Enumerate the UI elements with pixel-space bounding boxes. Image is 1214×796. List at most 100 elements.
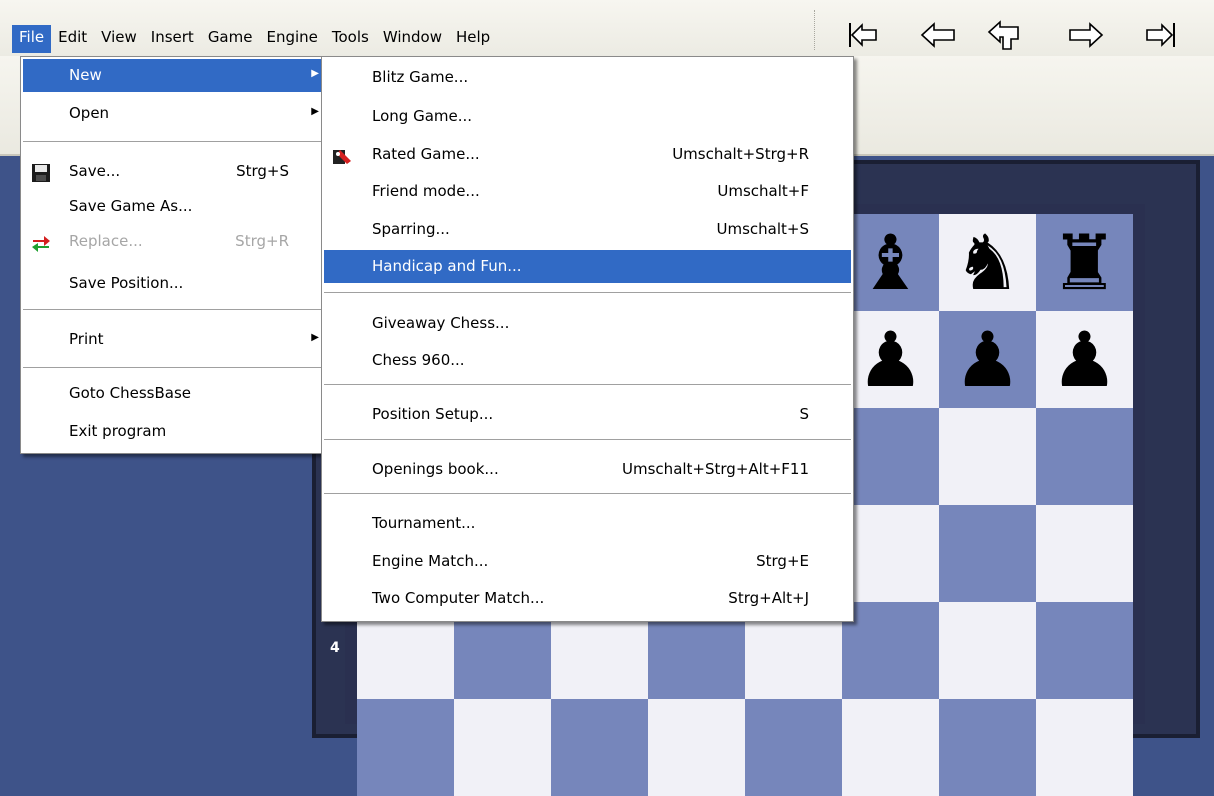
menu-item-label: Open xyxy=(69,104,110,122)
menu-item-label: Goto ChessBase xyxy=(69,384,191,402)
board-square[interactable] xyxy=(1036,602,1133,699)
menu-item-new[interactable]: New ▶ xyxy=(23,59,327,92)
menu-item-blitz-game[interactable]: Blitz Game... xyxy=(324,61,851,94)
menu-item-rated-game[interactable]: Rated Game... Umschalt+Strg+R xyxy=(324,138,851,171)
board-square[interactable] xyxy=(648,699,745,796)
submenu-arrow-icon: ▶ xyxy=(311,68,319,79)
menu-tools[interactable]: Tools xyxy=(325,25,376,53)
menu-item-sparring[interactable]: Sparring... Umschalt+S xyxy=(324,213,851,246)
menu-item-label: Position Setup... xyxy=(372,405,494,423)
menu-item-open[interactable]: Open ▶ xyxy=(23,97,327,130)
board-square[interactable] xyxy=(1036,505,1133,602)
menu-window[interactable]: Window xyxy=(376,25,449,53)
last-move-icon[interactable] xyxy=(1142,15,1182,55)
menu-insert[interactable]: Insert xyxy=(144,25,201,53)
floppy-disk-icon xyxy=(31,163,51,183)
menu-file[interactable]: File xyxy=(12,25,52,53)
menu-item-label: Print xyxy=(69,330,104,348)
menu-separator xyxy=(324,384,851,388)
menu-item-label: Save... xyxy=(69,162,121,180)
menu-item-shortcut: Umschalt+S xyxy=(716,220,810,238)
board-square[interactable] xyxy=(551,699,648,796)
menu-item-label: Save Game As... xyxy=(69,197,193,215)
menu-engine[interactable]: Engine xyxy=(259,25,324,53)
menu-item-engine-match[interactable]: Engine Match... Strg+E xyxy=(324,545,851,578)
menu-separator xyxy=(23,309,327,313)
submenu-arrow-icon: ▶ xyxy=(311,332,319,343)
menu-item-handicap-and-fun[interactable]: Handicap and Fun... xyxy=(324,250,851,283)
black-pawn-icon[interactable]: ♟ xyxy=(939,311,1036,408)
menu-item-save[interactable]: Save... Strg+S xyxy=(23,155,327,188)
menu-view[interactable]: View xyxy=(94,25,144,53)
board-square[interactable] xyxy=(745,699,842,796)
take-back-icon[interactable] xyxy=(985,15,1025,55)
menu-item-goto-chessbase[interactable]: Goto ChessBase xyxy=(23,377,327,410)
menu-item-chess-960[interactable]: Chess 960... xyxy=(324,344,851,377)
menu-item-print[interactable]: Print ▶ xyxy=(23,323,327,356)
black-pawn-icon[interactable]: ♟ xyxy=(842,311,939,408)
menu-item-openings-book[interactable]: Openings book... Umschalt+Strg+Alt+F11 xyxy=(324,453,851,486)
board-square[interactable] xyxy=(842,602,939,699)
previous-move-icon[interactable] xyxy=(918,15,958,55)
menu-item-shortcut: Strg+Alt+J xyxy=(728,589,809,607)
first-move-icon[interactable] xyxy=(842,15,882,55)
menu-item-long-game[interactable]: Long Game... xyxy=(324,100,851,133)
board-square[interactable] xyxy=(939,408,1036,505)
menu-item-tournament[interactable]: Tournament... xyxy=(324,507,851,540)
board-square[interactable] xyxy=(1036,699,1133,796)
board-square[interactable] xyxy=(842,408,939,505)
black-bishop-icon[interactable]: ♝ xyxy=(842,214,939,311)
menu-separator xyxy=(324,493,851,497)
menu-separator xyxy=(23,367,327,371)
menu-separator xyxy=(23,141,327,145)
submenu-arrow-icon: ▶ xyxy=(311,106,319,117)
menu-item-label: Chess 960... xyxy=(372,351,465,369)
board-square[interactable] xyxy=(842,699,939,796)
swap-arrows-icon xyxy=(31,233,51,253)
menu-bar-items: File Edit View Insert Game Engine Tools … xyxy=(12,25,497,53)
menu-item-label: Sparring... xyxy=(372,220,450,238)
menu-item-label: Replace... xyxy=(69,232,143,250)
menu-item-position-setup[interactable]: Position Setup... S xyxy=(324,398,851,431)
next-move-icon[interactable] xyxy=(1066,15,1106,55)
menu-item-label: Tournament... xyxy=(372,514,476,532)
menu-item-shortcut: Strg+E xyxy=(756,552,809,570)
board-square[interactable] xyxy=(939,602,1036,699)
menu-item-save-game-as[interactable]: Save Game As... xyxy=(23,190,327,223)
menu-item-label: Exit program xyxy=(69,422,167,440)
black-knight-icon[interactable]: ♞ xyxy=(939,214,1036,311)
menu-item-shortcut: Umschalt+F xyxy=(717,182,809,200)
menu-edit[interactable]: Edit xyxy=(51,25,94,53)
menu-item-label: Save Position... xyxy=(69,274,184,292)
black-rook-icon[interactable]: ♜ xyxy=(1036,214,1133,311)
board-square[interactable] xyxy=(1036,408,1133,505)
menu-item-label: Engine Match... xyxy=(372,552,489,570)
toolbar-grip[interactable] xyxy=(814,10,818,50)
menu-separator xyxy=(324,292,851,296)
chess-knight-rated-icon xyxy=(332,146,352,166)
menu-item-exit-program[interactable]: Exit program xyxy=(23,415,327,448)
menu-item-two-computer-match[interactable]: Two Computer Match... Strg+Alt+J xyxy=(324,582,851,615)
menu-item-shortcut: Umschalt+Strg+R xyxy=(672,145,809,163)
menu-item-giveaway-chess[interactable]: Giveaway Chess... xyxy=(324,307,851,340)
menu-item-label: Blitz Game... xyxy=(372,68,469,86)
new-submenu: Blitz Game... Long Game... Rated Game...… xyxy=(321,56,854,622)
menu-item-label: Openings book... xyxy=(372,460,499,478)
board-square[interactable] xyxy=(939,699,1036,796)
board-square[interactable] xyxy=(454,699,551,796)
menu-help[interactable]: Help xyxy=(449,25,497,53)
black-pawn-icon[interactable]: ♟ xyxy=(1036,311,1133,408)
menu-item-label: Handicap and Fun... xyxy=(372,257,522,275)
board-square[interactable] xyxy=(357,699,454,796)
menu-item-save-position[interactable]: Save Position... xyxy=(23,267,327,300)
board-square[interactable] xyxy=(939,505,1036,602)
menu-item-friend-mode[interactable]: Friend mode... Umschalt+F xyxy=(324,175,851,208)
menu-item-label: New xyxy=(69,66,102,84)
menu-separator xyxy=(324,439,851,443)
menu-item-label: Two Computer Match... xyxy=(372,589,545,607)
rank-label: 4 xyxy=(330,640,340,656)
menu-item-shortcut: Strg+R xyxy=(235,232,289,250)
menu-game[interactable]: Game xyxy=(201,25,260,53)
menu-item-replace[interactable]: Replace... Strg+R xyxy=(23,225,327,258)
board-square[interactable] xyxy=(842,505,939,602)
